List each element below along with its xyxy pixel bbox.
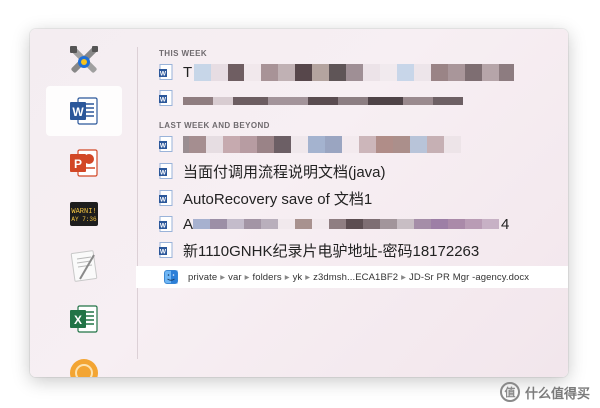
watermark-logo: 值 (499, 382, 520, 402)
doc-name: AutoRecovery save of 文档1 (183, 190, 373, 208)
app-partial[interactable] (46, 345, 122, 377)
excel-icon: X (70, 305, 98, 333)
finder-icon (164, 270, 178, 284)
app-microsoft-word[interactable]: W (46, 86, 122, 136)
path-segment[interactable]: z3dmsh...ECA1BF2 (313, 272, 398, 283)
section-title-this-week: THIS WEEK (159, 49, 208, 58)
app-textedit[interactable] (46, 241, 122, 291)
recent-doc-row[interactable]: W 当面付调用流程说明文档(java) (154, 159, 568, 183)
recent-doc-row[interactable]: W A 4 (154, 212, 568, 236)
spotlight-window: W P WARNI! AY 7:36 X THIS WEEK W T W LAS… (30, 29, 568, 377)
doc-name: 新1110GNHK纪录片电驴地址-密码18172263 (183, 242, 480, 260)
watermark: 值 什么值得买 (499, 382, 590, 402)
svg-text:P: P (74, 157, 82, 171)
app-circle-icon (70, 359, 98, 377)
recent-documents: THIS WEEK W T W LAST WEEK AND BEYOND W W… (136, 29, 568, 377)
app-switcher: W P WARNI! AY 7:36 X (30, 29, 136, 377)
svg-text:W: W (160, 143, 167, 150)
path-segment[interactable]: var (228, 272, 242, 283)
recent-doc-row[interactable]: W (154, 89, 568, 107)
app-microsoft-powerpoint[interactable]: P (46, 138, 122, 188)
recent-doc-row[interactable]: W AutoRecovery save of 文档1 (154, 186, 568, 210)
word-document-icon: W (159, 136, 173, 152)
app-system-tools[interactable] (46, 35, 122, 85)
svg-text:AY 7:36: AY 7:36 (71, 216, 97, 223)
word-document-icon: W (159, 190, 173, 206)
word-document-icon: W (159, 216, 173, 232)
console-icon: WARNI! AY 7:36 (70, 202, 98, 226)
path-segment[interactable]: folders (252, 272, 281, 283)
doc-name: 当面付调用流程说明文档(java) (183, 163, 386, 181)
word-document-icon: W (159, 64, 173, 80)
pixelated-filename (193, 215, 500, 233)
svg-text:X: X (74, 313, 82, 327)
powerpoint-icon: P (70, 149, 98, 177)
doc-name-prefix: A (183, 215, 194, 233)
svg-text:W: W (160, 97, 167, 104)
path-separator: ▸ (305, 271, 311, 283)
pixelated-filename (194, 63, 515, 81)
doc-name-suffix: 4 (501, 215, 510, 233)
pixelated-filename (183, 92, 463, 107)
path-separator: ▸ (284, 271, 290, 283)
word-icon: W (70, 97, 98, 125)
path-breadcrumb: private ▸ var ▸ folders ▸ yk ▸ z3dmsh...ECA1BF2 ▸… (188, 272, 529, 283)
svg-text:W: W (160, 71, 167, 78)
app-console[interactable]: WARNI! AY 7:36 (46, 189, 122, 239)
svg-text:W: W (160, 249, 167, 256)
word-document-icon: W (159, 163, 173, 179)
word-document-icon: W (159, 90, 173, 106)
doc-name-prefix: T (183, 63, 193, 81)
path-separator: ▸ (220, 271, 226, 283)
recent-doc-row[interactable]: W T (154, 60, 568, 84)
svg-text:W: W (160, 223, 167, 230)
system-tools-icon (70, 46, 98, 73)
svg-text:W: W (72, 105, 84, 119)
recent-doc-row[interactable]: W (154, 132, 568, 156)
section-title-last-week: LAST WEEK AND BEYOND (159, 121, 270, 130)
path-separator: ▸ (401, 271, 407, 283)
pixelated-filename (183, 135, 461, 153)
textedit-icon (70, 250, 98, 282)
app-microsoft-excel[interactable]: X (46, 294, 122, 344)
svg-text:W: W (160, 197, 167, 204)
watermark-text: 什么值得买 (524, 385, 590, 401)
svg-text:W: W (160, 170, 167, 177)
path-segment[interactable]: private (188, 272, 217, 283)
sidebar-divider (137, 47, 138, 359)
word-document-icon: W (159, 242, 173, 258)
recent-doc-row[interactable]: W 新1110GNHK纪录片电驴地址-密码18172263 (154, 238, 568, 262)
svg-text:WARNI!: WARNI! (71, 208, 96, 216)
file-path-bar: private ▸ var ▸ folders ▸ yk ▸ z3dmsh...ECA1BF2 ▸… (136, 266, 568, 288)
path-segment[interactable]: yk (293, 272, 303, 283)
path-segment[interactable]: JD-Sr PR Mgr -agency.docx (409, 272, 529, 283)
path-separator: ▸ (244, 271, 250, 283)
